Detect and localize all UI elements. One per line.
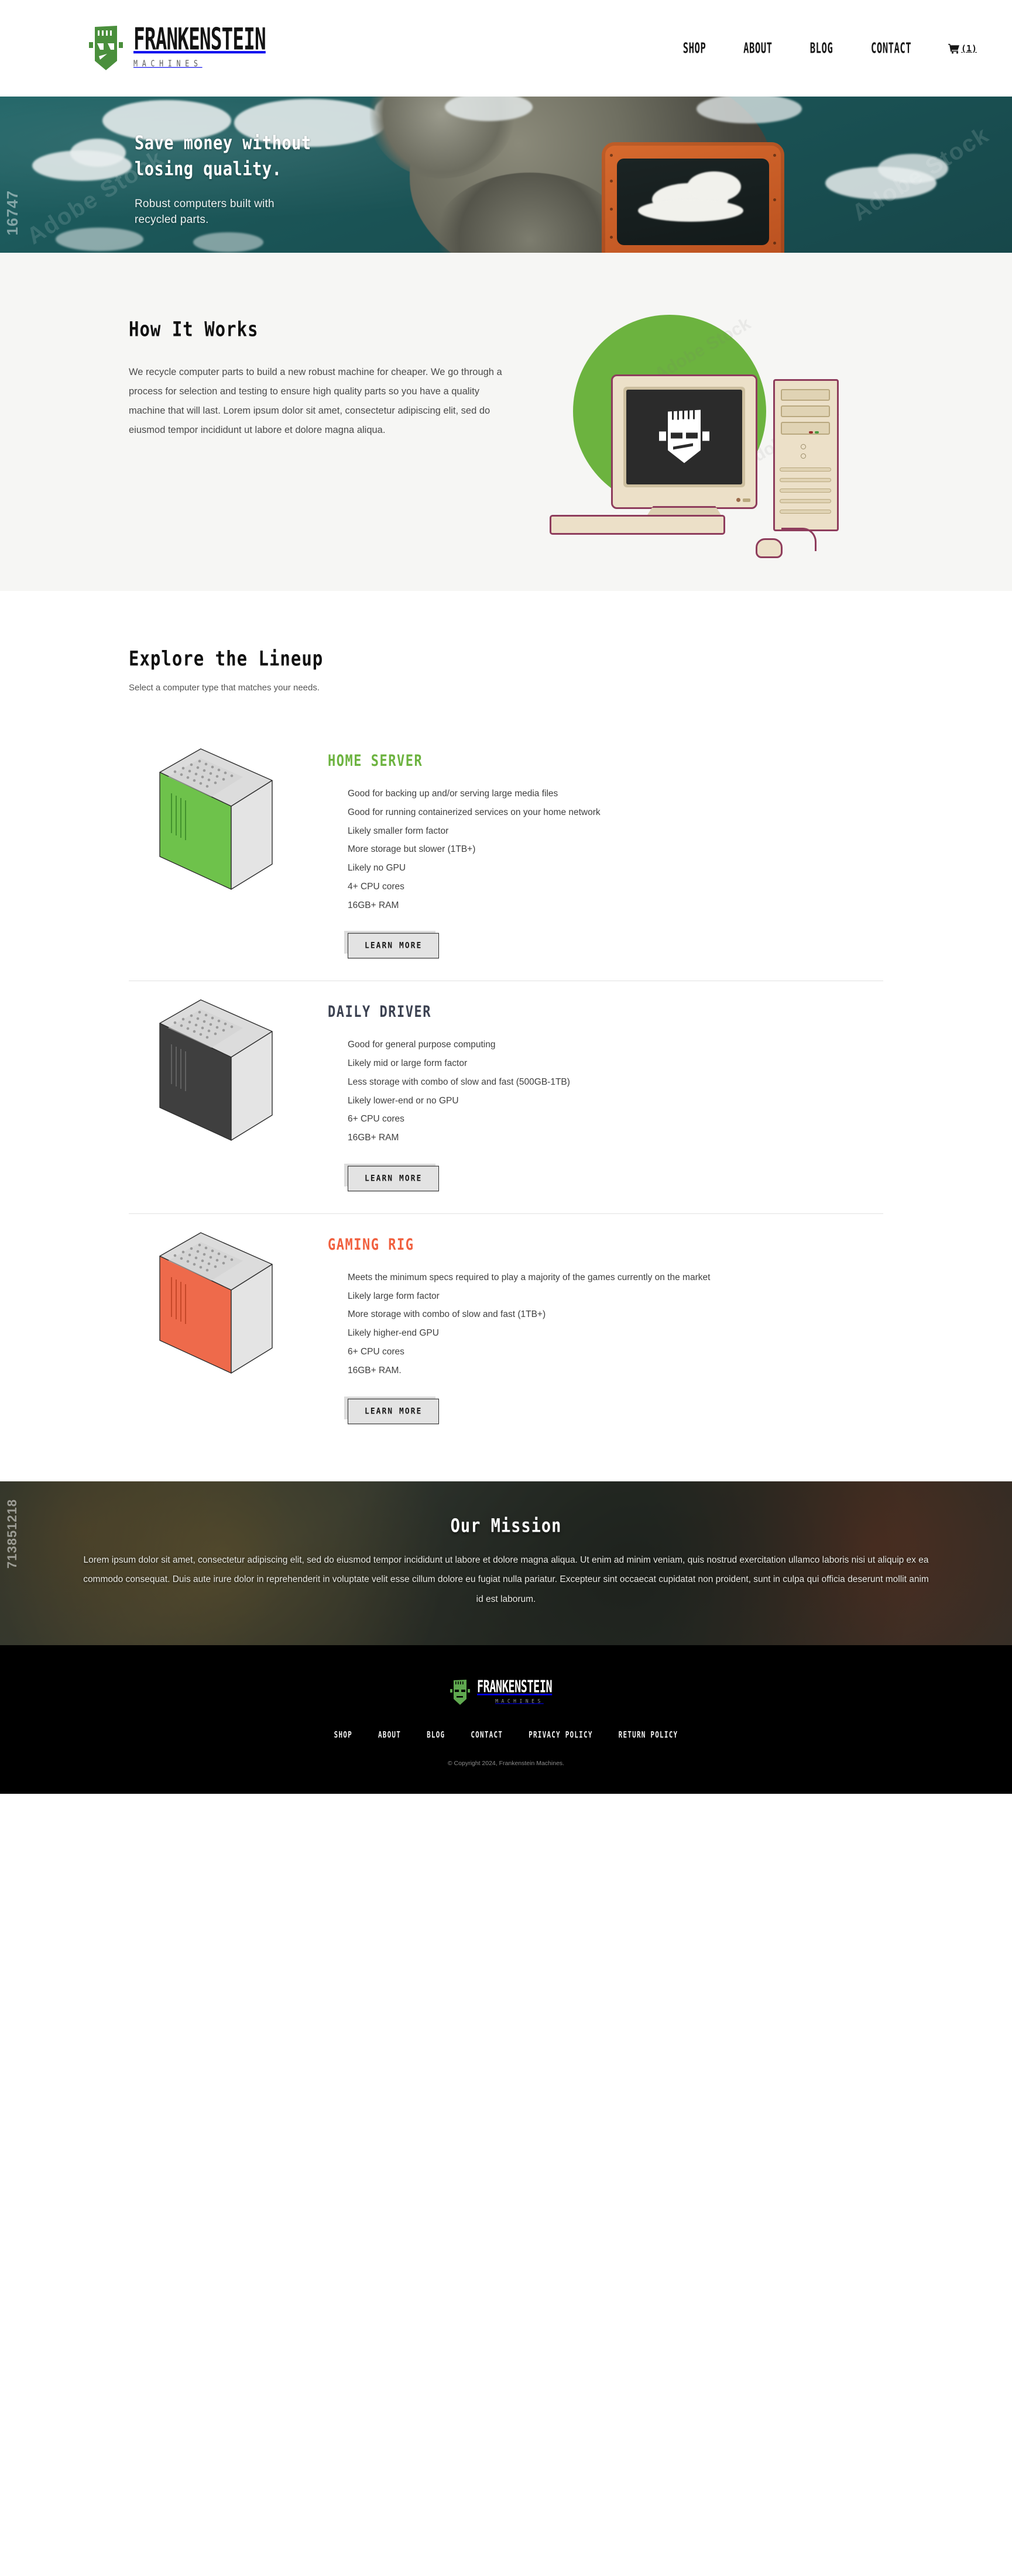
brand-wordmark: FRANKENSTEIN MACHINES bbox=[133, 24, 287, 70]
product-spec: More storage with combo of slow and fast… bbox=[348, 1309, 546, 1320]
product-spec: 16GB+ RAM bbox=[348, 1133, 399, 1143]
product-spec: Good for running containerized services … bbox=[348, 807, 601, 817]
hero-subtitle-line1: Robust computers built with bbox=[135, 197, 275, 210]
product-spec-list: Meets the minimum specs required to play… bbox=[328, 1268, 883, 1380]
footer-link-shop[interactable]: SHOP bbox=[334, 1729, 352, 1740]
crt-monitor-icon bbox=[611, 374, 757, 509]
footer-link-blog[interactable]: BLOG bbox=[427, 1729, 445, 1740]
frankenstein-head-icon bbox=[88, 25, 124, 73]
product-card-daily-driver: DAILY DRIVER Good for general purpose co… bbox=[0, 981, 1012, 1213]
product-spec: Likely lower-end or no GPU bbox=[348, 1095, 459, 1106]
hero-subtitle-line2: recycled parts. bbox=[135, 213, 209, 226]
footer-brand-name: FRANKENSTEIN bbox=[476, 1677, 553, 1697]
lineup-title: Explore the Lineup bbox=[129, 646, 324, 670]
product-spec: 6+ CPU cores bbox=[348, 1114, 404, 1124]
product-title: GAMING RIG bbox=[328, 1236, 414, 1254]
product-spec: Likely smaller form factor bbox=[348, 826, 449, 836]
learn-more-button-gaming-rig[interactable]: LEARN MORE bbox=[348, 1398, 440, 1424]
nav-shop[interactable]: SHOP bbox=[683, 40, 706, 57]
product-spec: Likely mid or large form factor bbox=[348, 1058, 468, 1069]
footer-brand-logo[interactable]: FRANKENSTEIN MACHINES bbox=[450, 1679, 562, 1706]
hero-title-line1: Save money without bbox=[135, 132, 311, 154]
product-spec-list: Good for general purpose computing Likel… bbox=[328, 1036, 883, 1147]
brand-name: FRANKENSTEIN bbox=[133, 22, 266, 57]
how-it-works-body: We recycle computer parts to build a new… bbox=[129, 367, 502, 435]
product-spec: Likely no GPU bbox=[348, 863, 406, 873]
main-navigation: SHOP ABOUT BLOG CONTACT (1) bbox=[682, 40, 977, 57]
product-list: HOME SERVER Good for backing up and/or s… bbox=[0, 730, 1012, 1446]
learn-more-wrapper: LEARN MORE bbox=[344, 931, 440, 959]
mission-section: 713851218 Our Mission Lorem ipsum dolor … bbox=[0, 1481, 1012, 1645]
learn-more-button-home-server[interactable]: LEARN MORE bbox=[348, 933, 440, 959]
product-spec: 6+ CPU cores bbox=[348, 1347, 404, 1357]
pc-tower-green-icon bbox=[129, 744, 304, 896]
how-it-works-title: How It Works bbox=[129, 317, 259, 341]
stock-watermark-id: 713851218 bbox=[5, 1499, 19, 1569]
footer-brand-subtitle: MACHINES bbox=[495, 1698, 544, 1704]
product-title: DAILY DRIVER bbox=[328, 1003, 431, 1022]
nav-about[interactable]: ABOUT bbox=[743, 40, 772, 57]
product-spec: Less storage with combo of slow and fast… bbox=[348, 1077, 570, 1087]
product-spec: Likely higher-end GPU bbox=[348, 1328, 439, 1339]
lineup-section: Explore the Lineup Select a computer typ… bbox=[0, 591, 1012, 1481]
footer-link-contact[interactable]: CONTACT bbox=[471, 1729, 503, 1740]
frankenstein-head-icon bbox=[450, 1679, 470, 1706]
pc-tower-orange-icon bbox=[129, 1228, 304, 1380]
product-spec-list: Good for backing up and/or serving large… bbox=[328, 785, 883, 914]
footer-link-return-policy[interactable]: RETURN POLICY bbox=[619, 1729, 678, 1740]
nav-blog[interactable]: BLOG bbox=[810, 40, 833, 57]
pc-tower-gray-icon bbox=[129, 995, 304, 1147]
mission-body: Lorem ipsum dolor sit amet, consectetur … bbox=[83, 1555, 929, 1604]
product-spec: Good for backing up and/or serving large… bbox=[348, 789, 558, 799]
site-footer: FRANKENSTEIN MACHINES SHOP ABOUT BLOG CO… bbox=[0, 1645, 1012, 1794]
shopping-cart-icon bbox=[948, 43, 960, 54]
retro-desktop-computer-illustration: Adobe Stock Adobe Stock bbox=[550, 304, 924, 558]
nav-contact[interactable]: CONTACT bbox=[871, 40, 911, 57]
learn-more-wrapper: LEARN MORE bbox=[344, 1163, 440, 1192]
product-card-home-server: HOME SERVER Good for backing up and/or s… bbox=[0, 730, 1012, 981]
footer-link-about[interactable]: ABOUT bbox=[378, 1729, 401, 1740]
lineup-subtitle: Select a computer type that matches your… bbox=[129, 683, 320, 693]
product-card-gaming-rig: GAMING RIG Meets the minimum specs requi… bbox=[0, 1214, 1012, 1446]
product-spec: Meets the minimum specs required to play… bbox=[348, 1272, 711, 1282]
learn-more-wrapper: LEARN MORE bbox=[344, 1396, 440, 1424]
footer-link-privacy-policy[interactable]: PRIVACY POLICY bbox=[529, 1729, 593, 1740]
product-title: HOME SERVER bbox=[328, 752, 423, 771]
site-header: FRANKENSTEIN MACHINES SHOP ABOUT BLOG CO… bbox=[0, 0, 1012, 97]
mouse-icon bbox=[756, 538, 783, 558]
brand-subtitle: MACHINES bbox=[133, 59, 203, 70]
hero-title-line2: losing quality. bbox=[135, 159, 282, 181]
stock-watermark-id: 16747 bbox=[4, 190, 21, 235]
product-spec: 16GB+ RAM. bbox=[348, 1365, 402, 1375]
frankenstein-face-icon bbox=[659, 408, 709, 470]
product-spec: Good for general purpose computing bbox=[348, 1040, 496, 1050]
keyboard-icon bbox=[550, 515, 725, 535]
product-spec: More storage but slower (1TB+) bbox=[348, 844, 476, 855]
hero-banner: Adobe Stock Adobe Stock 16747 Save money… bbox=[0, 97, 1012, 253]
product-spec: Likely large form factor bbox=[348, 1291, 440, 1301]
how-it-works-section: How It Works We recycle computer parts t… bbox=[0, 253, 1012, 591]
hero-copy: Save money without losing quality. Robus… bbox=[135, 130, 311, 228]
product-spec: 16GB+ RAM bbox=[348, 900, 399, 910]
cart-button[interactable]: (1) bbox=[948, 43, 977, 54]
pc-tower-icon bbox=[773, 379, 839, 531]
copyright-text: © Copyright 2024, Frankenstein Machines. bbox=[447, 1759, 565, 1767]
mission-title: Our Mission bbox=[450, 1515, 562, 1538]
footer-navigation: SHOP ABOUT BLOG CONTACT PRIVACY POLICY R… bbox=[0, 1729, 1012, 1740]
brand-logo[interactable]: FRANKENSTEIN MACHINES bbox=[88, 24, 287, 73]
cart-count: (1) bbox=[960, 43, 977, 54]
learn-more-button-daily-driver[interactable]: LEARN MORE bbox=[348, 1165, 440, 1192]
product-spec: 4+ CPU cores bbox=[348, 881, 404, 892]
